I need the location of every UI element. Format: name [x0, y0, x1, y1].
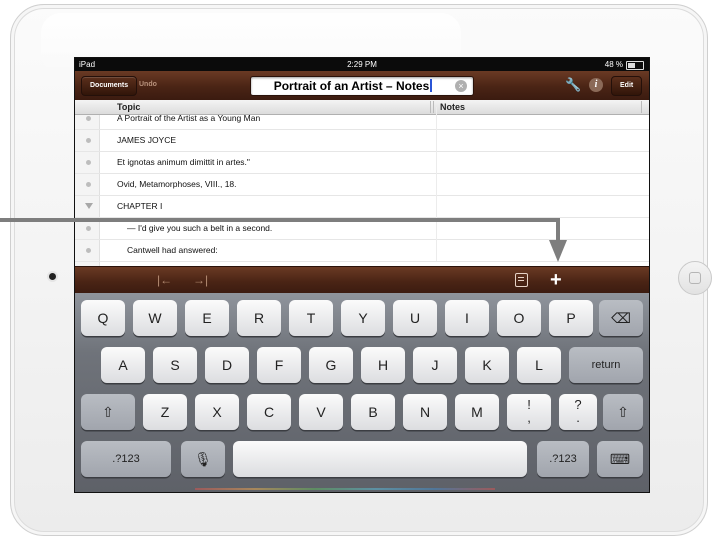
title-text-wrap: Portrait of an Artist – Notes: [251, 77, 455, 95]
battery-percent: 48 %: [604, 60, 623, 69]
bullet-icon[interactable]: [86, 226, 91, 231]
bullet-icon[interactable]: [86, 160, 91, 165]
shift-icon[interactable]: ⇧: [81, 394, 135, 430]
numbers-key[interactable]: .?123: [537, 441, 589, 477]
outline-row[interactable]: Et ignotas animum dimittit in artes.": [75, 151, 649, 174]
key-d[interactable]: D: [205, 347, 249, 383]
key-f[interactable]: F: [257, 347, 301, 383]
documents-button[interactable]: Documents: [81, 76, 138, 96]
key-bottom-glyph: .: [576, 410, 580, 425]
key-o[interactable]: O: [497, 300, 541, 336]
key-y[interactable]: Y: [341, 300, 385, 336]
on-screen-keyboard: Q W E R T Y U I O P ⌫ A S D F G H J K L …: [75, 293, 649, 492]
key-n[interactable]: N: [403, 394, 447, 430]
indent-button[interactable]: →|: [193, 273, 208, 287]
navigation-bar: Documents Undo Portrait of an Artist – N…: [75, 71, 649, 101]
callout-line: [556, 218, 560, 241]
bullet-icon[interactable]: [86, 116, 91, 121]
row-divider: [436, 107, 437, 129]
key-p[interactable]: P: [549, 300, 593, 336]
add-row-button[interactable]: +: [550, 268, 562, 292]
key-b[interactable]: B: [351, 394, 395, 430]
backspace-icon[interactable]: ⌫: [599, 300, 643, 336]
front-camera: [49, 273, 56, 280]
key-c[interactable]: C: [247, 394, 291, 430]
row-topic[interactable]: Et ignotas animum dimittit in artes.": [117, 157, 250, 167]
outdent-button[interactable]: |←: [157, 273, 172, 287]
outline-row[interactable]: Ovid, Metamorphoses, VIII., 18.: [75, 173, 649, 196]
key-i[interactable]: I: [445, 300, 489, 336]
key-l[interactable]: L: [517, 347, 561, 383]
text-caret: [430, 79, 433, 92]
home-button[interactable]: [678, 261, 712, 295]
notes-icon[interactable]: [515, 273, 528, 287]
key-z[interactable]: Z: [143, 394, 187, 430]
battery-icon: [626, 61, 644, 70]
callout-arrow: [549, 240, 567, 262]
key-m[interactable]: M: [455, 394, 499, 430]
key-j[interactable]: J: [413, 347, 457, 383]
outline-row[interactable]: CHAPTER I: [75, 195, 649, 218]
key-exclamation-comma[interactable]: ! ,: [507, 394, 551, 430]
info-icon[interactable]: i: [589, 78, 603, 92]
outline-row[interactable]: JAMES JOYCE: [75, 129, 649, 152]
status-bar: iPad 2:29 PM 48 %: [75, 58, 649, 71]
screen: iPad 2:29 PM 48 % Documents Undo Portrai…: [74, 57, 650, 493]
row-topic[interactable]: — I'd give you such a belt in a second.: [127, 223, 272, 233]
microphone-icon[interactable]: 🎙: [181, 441, 225, 477]
key-h[interactable]: H: [361, 347, 405, 383]
key-u[interactable]: U: [393, 300, 437, 336]
wrench-icon[interactable]: 🔧: [565, 77, 581, 93]
row-divider: [436, 173, 437, 195]
row-topic[interactable]: Ovid, Metamorphoses, VIII., 18.: [117, 179, 237, 189]
key-g[interactable]: G: [309, 347, 353, 383]
key-bottom-glyph: ,: [527, 410, 531, 425]
return-key[interactable]: return: [569, 347, 643, 383]
shift-icon[interactable]: ⇧: [603, 394, 643, 430]
key-k[interactable]: K: [465, 347, 509, 383]
clock: 2:29 PM: [347, 60, 377, 69]
key-a[interactable]: A: [101, 347, 145, 383]
bullet-icon[interactable]: [86, 182, 91, 187]
row-topic[interactable]: JAMES JOYCE: [117, 135, 176, 145]
row-topic[interactable]: A Portrait of the Artist as a Young Man: [117, 113, 260, 123]
space-bar[interactable]: [233, 441, 527, 477]
row-topic[interactable]: CHAPTER I: [117, 201, 162, 211]
row-divider: [436, 129, 437, 151]
disclosure-triangle-icon[interactable]: [85, 203, 93, 209]
key-w[interactable]: W: [133, 300, 177, 336]
keyboard-accessory-bar: |← →| +: [75, 266, 649, 294]
row-divider: [436, 195, 437, 217]
numbers-key[interactable]: .?123: [81, 441, 171, 477]
row-divider: [436, 239, 437, 261]
row-topic[interactable]: Cantwell had answered:: [127, 245, 218, 255]
key-e[interactable]: E: [185, 300, 229, 336]
document-title: Portrait of an Artist – Notes: [273, 79, 430, 93]
key-x[interactable]: X: [195, 394, 239, 430]
title-field[interactable]: Portrait of an Artist – Notes ×: [250, 76, 474, 96]
decorative-strip: [195, 488, 495, 490]
clear-icon[interactable]: ×: [455, 80, 467, 92]
key-q[interactable]: Q: [81, 300, 125, 336]
outline-row[interactable]: A Portrait of the Artist as a Young Man: [75, 107, 649, 130]
edit-button[interactable]: Edit: [611, 76, 643, 96]
undo-button[interactable]: Undo: [131, 76, 165, 94]
key-question-period[interactable]: ? .: [559, 394, 597, 430]
row-divider: [436, 151, 437, 173]
bullet-icon[interactable]: [86, 248, 91, 253]
key-v[interactable]: V: [299, 394, 343, 430]
key-r[interactable]: R: [237, 300, 281, 336]
key-t[interactable]: T: [289, 300, 333, 336]
callout-line: [0, 218, 560, 222]
hide-keyboard-icon[interactable]: ⌨: [597, 441, 643, 477]
key-s[interactable]: S: [153, 347, 197, 383]
bullet-icon[interactable]: [86, 138, 91, 143]
